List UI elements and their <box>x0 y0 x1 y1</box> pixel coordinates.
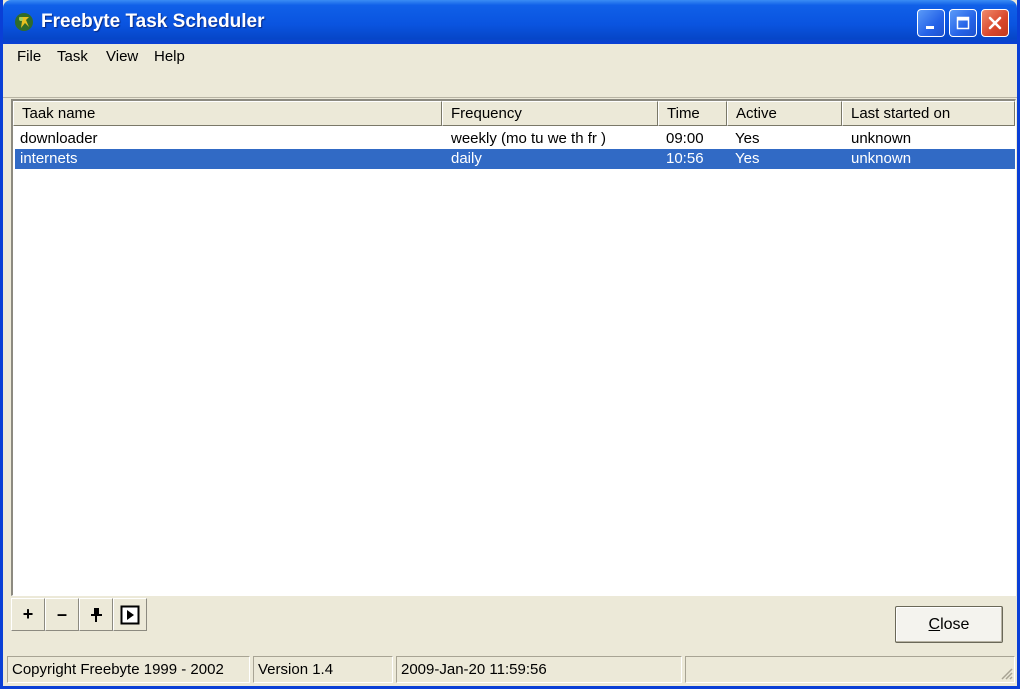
cell-last-started: unknown <box>851 150 912 167</box>
close-icon <box>988 16 1002 30</box>
table-row[interactable]: downloader weekly (mo tu we th fr ) 09:0… <box>15 129 1015 149</box>
menu-help[interactable]: Help <box>152 48 187 65</box>
minimize-icon <box>926 26 934 29</box>
close-button-accel: C <box>928 616 941 633</box>
close-button-label: lose <box>940 616 970 633</box>
task-list[interactable]: Taak name Frequency Time Active Last sta… <box>11 99 1016 596</box>
task-toolbar: + – <box>11 598 151 634</box>
close-button[interactable]: Close <box>895 606 1003 643</box>
menu-file[interactable]: File <box>15 48 43 65</box>
cell-frequency: daily <box>451 150 482 167</box>
status-copyright: Copyright Freebyte 1999 - 2002 <box>7 656 250 683</box>
col-header-frequency[interactable]: Frequency <box>442 101 658 126</box>
maximize-button[interactable] <box>949 9 977 37</box>
cell-task-name: internets <box>20 150 78 167</box>
window-title: Freebyte Task Scheduler <box>41 11 265 32</box>
app-icon <box>15 13 33 31</box>
maximize-icon <box>956 16 970 30</box>
cell-active: Yes <box>735 150 760 167</box>
cell-task-name: downloader <box>20 130 98 147</box>
remove-task-button[interactable]: – <box>45 598 79 631</box>
status-bar: Copyright Freebyte 1999 - 2002 Version 1… <box>3 656 1017 684</box>
resize-grip-icon[interactable] <box>999 666 1013 680</box>
add-label: + <box>22 604 34 624</box>
close-window-button[interactable] <box>981 9 1009 37</box>
cell-time: 09:00 <box>666 130 704 147</box>
run-task-button[interactable] <box>113 598 147 631</box>
edit-task-button[interactable] <box>79 598 113 631</box>
status-empty <box>685 656 1015 683</box>
remove-label: – <box>56 604 67 624</box>
status-datetime: 2009-Jan-20 11:59:56 <box>396 656 682 683</box>
col-header-active[interactable]: Active <box>727 101 842 126</box>
cell-active: Yes <box>735 130 760 147</box>
menu-bar: File Task View Help <box>3 44 1017 70</box>
menu-view[interactable]: View <box>104 48 140 65</box>
status-version: Version 1.4 <box>253 656 393 683</box>
col-header-task-name[interactable]: Taak name <box>13 101 442 126</box>
list-header: Taak name Frequency Time Active Last sta… <box>13 101 1015 126</box>
cell-time: 10:56 <box>666 150 704 167</box>
pin-icon <box>91 607 102 622</box>
cell-last-started: unknown <box>851 130 912 147</box>
run-icon <box>120 605 140 624</box>
toolbar-area <box>3 70 1017 98</box>
title-bar[interactable]: Freebyte Task Scheduler <box>3 0 1017 44</box>
table-row-selected[interactable]: internets daily 10:56 Yes unknown <box>15 149 1015 169</box>
minimize-button[interactable] <box>917 9 945 37</box>
add-task-button[interactable]: + <box>11 598 45 631</box>
col-header-time[interactable]: Time <box>658 101 727 126</box>
col-header-last-started[interactable]: Last started on <box>842 101 1015 126</box>
cell-frequency: weekly (mo tu we th fr ) <box>451 130 607 147</box>
main-window: Freebyte Task Scheduler File Task View H… <box>0 0 1020 689</box>
menu-task[interactable]: Task <box>55 48 90 65</box>
